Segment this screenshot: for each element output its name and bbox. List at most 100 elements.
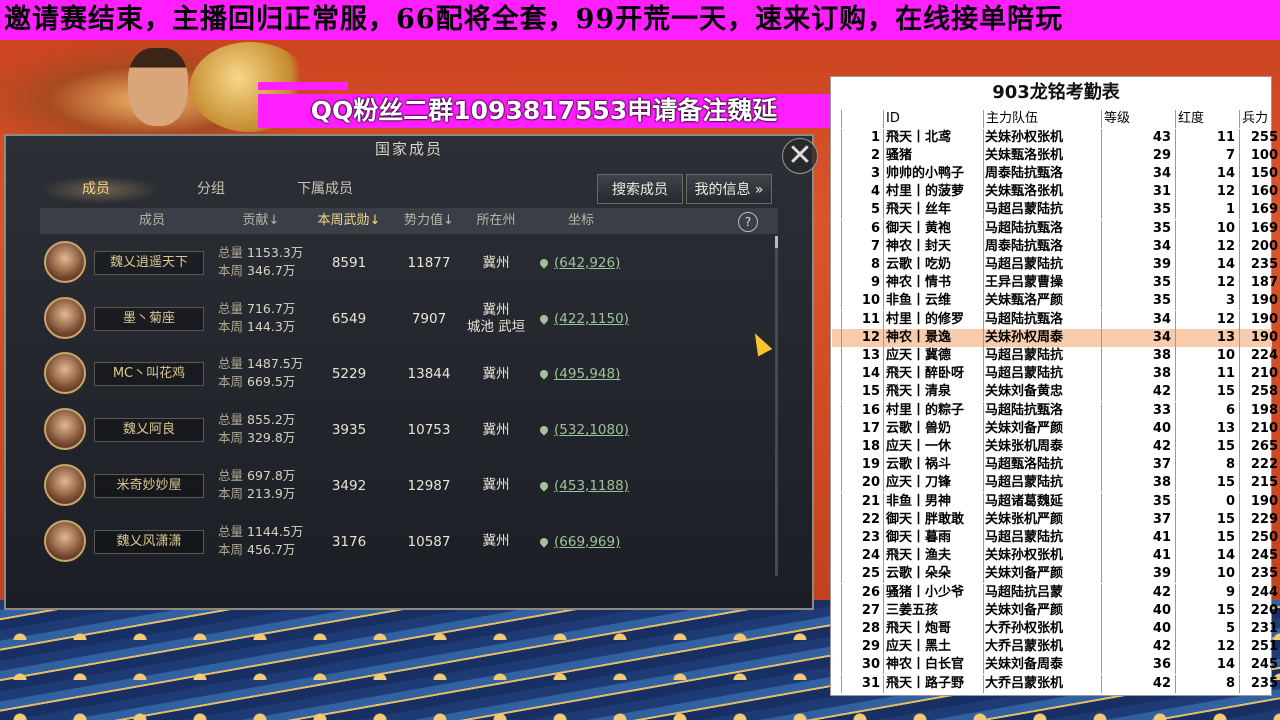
sheet-cell-id[interactable]: 飛天丨清泉 xyxy=(884,383,984,402)
search-members-button[interactable]: 搜索成员 xyxy=(597,174,683,204)
sheet-cell-troops[interactable]: 265 xyxy=(1240,438,1280,456)
sheet-cell-no[interactable]: 26 xyxy=(846,583,884,602)
sheet-cell-red[interactable]: 3 xyxy=(1176,292,1240,311)
sheet-cell-no[interactable]: 15 xyxy=(846,383,884,402)
sheet-cell-id[interactable]: 应天丨冀德 xyxy=(884,346,984,365)
sheet-cell-troops[interactable]: 224 xyxy=(1240,347,1280,365)
sheet-cell-level[interactable]: 43 xyxy=(1102,128,1176,147)
sheet-cell-team[interactable]: 王异吕蒙曹操 xyxy=(984,274,1102,293)
sheet-cell-team[interactable]: 关妹孙权张机 xyxy=(984,547,1102,566)
sheet-cell-level[interactable]: 39 xyxy=(1102,255,1176,274)
coordinate-link[interactable]: (495,948) xyxy=(538,347,620,401)
sheet-cell-level[interactable]: 34 xyxy=(1102,310,1176,329)
sheet-row[interactable]: 6 御天丨黄袍 马超陆抗甄洛 35 10 169 xyxy=(832,219,1278,238)
sheet-row[interactable]: 4 村里丨的菠萝 关妹甄洛张机 31 12 160 xyxy=(832,183,1278,202)
sheet-cell-level[interactable]: 41 xyxy=(1102,528,1176,547)
sheet-cell-id[interactable]: 村里丨的菠萝 xyxy=(884,183,984,202)
sheet-cell-no[interactable]: 5 xyxy=(846,201,884,220)
sheet-row[interactable]: 19 云歌丨祸斗 马超甄洛陆抗 37 8 222 xyxy=(832,456,1278,475)
sheet-cell-red[interactable]: 10 xyxy=(1176,219,1240,238)
tab-groups[interactable]: 分组 xyxy=(197,174,225,204)
sheet-row[interactable]: 13 应天丨冀德 马超吕蒙陆抗 38 10 224 xyxy=(832,346,1278,365)
member-name[interactable]: 魏乂风潇潇 xyxy=(94,529,204,554)
sheet-cell-no[interactable]: 30 xyxy=(846,656,884,675)
sheet-cell-red[interactable]: 12 xyxy=(1176,310,1240,329)
sheet-cell-red[interactable]: 0 xyxy=(1176,492,1240,511)
sheet-cell-red[interactable]: 12 xyxy=(1176,237,1240,256)
sheet-cell-team[interactable]: 马超陆抗甄洛 xyxy=(984,219,1102,238)
sheet-cell-no[interactable]: 24 xyxy=(846,547,884,566)
sheet-cell-troops[interactable]: 187 xyxy=(1240,274,1280,292)
scrollbar-thumb[interactable] xyxy=(775,236,778,248)
sheet-cell-id[interactable]: 帅帅的小鸭子 xyxy=(884,164,984,183)
coordinate-link[interactable]: (532,1080) xyxy=(538,403,629,457)
sheet-cell-no[interactable]: 16 xyxy=(846,401,884,420)
sheet-row[interactable]: 16 村里丨的粽子 马超陆抗甄洛 33 6 198 xyxy=(832,401,1278,420)
sheet-cell-no[interactable]: 12 xyxy=(846,328,884,347)
sheet-cell-id[interactable]: 御天丨黄袍 xyxy=(884,219,984,238)
sheet-cell-level[interactable]: 31 xyxy=(1102,183,1176,202)
sheet-cell-level[interactable]: 33 xyxy=(1102,401,1176,420)
sheet-cell-level[interactable]: 34 xyxy=(1102,164,1176,183)
sheet-cell-red[interactable]: 14 xyxy=(1176,547,1240,566)
sheet-row[interactable]: 29 应天丨黑土 大乔吕蒙张机 42 12 251 xyxy=(832,638,1278,657)
sheet-cell-level[interactable]: 29 xyxy=(1102,146,1176,165)
sheet-cell-id[interactable]: 飛天丨路子野 xyxy=(884,674,984,693)
sheet-cell-level[interactable]: 35 xyxy=(1102,492,1176,511)
sheet-cell-no[interactable]: 11 xyxy=(846,310,884,329)
sheet-cell-team[interactable]: 马超诸葛魏延 xyxy=(984,492,1102,511)
sheet-cell-id[interactable]: 神农丨封天 xyxy=(884,237,984,256)
sheet-cell-team[interactable]: 关妹甄洛张机 xyxy=(984,146,1102,165)
sheet-cell-team[interactable]: 马超吕蒙陆抗 xyxy=(984,365,1102,384)
sheet-cell-red[interactable]: 7 xyxy=(1176,146,1240,165)
avatar[interactable] xyxy=(44,296,86,339)
sheet-row[interactable]: 10 非鱼丨云维 关妹甄洛严颜 35 3 190 xyxy=(832,292,1278,311)
sheet-cell-id[interactable]: 神农丨白长官 xyxy=(884,656,984,675)
sheet-cell-team[interactable]: 关妹孙权周泰 xyxy=(984,328,1102,347)
sheet-cell-troops[interactable]: 229 xyxy=(1240,511,1280,529)
sheet-cell-red[interactable]: 12 xyxy=(1176,638,1240,657)
avatar[interactable] xyxy=(44,241,86,283)
sheet-cell-red[interactable]: 14 xyxy=(1176,164,1240,183)
sheet-cell-red[interactable]: 13 xyxy=(1176,328,1240,347)
member-name[interactable]: MC丶叫花鸡 xyxy=(94,362,204,387)
sheet-cell-no[interactable]: 22 xyxy=(846,510,884,529)
member-row[interactable]: 魏乂风潇潇 总量 1144.5万 本周 456.7万 3176 10587 冀州 (669,96… xyxy=(40,515,778,569)
sheet-cell-id[interactable]: 村里丨的修罗 xyxy=(884,310,984,329)
tab-members[interactable]: 成员 xyxy=(82,174,110,204)
sheet-cell-level[interactable]: 41 xyxy=(1102,547,1176,566)
sheet-cell-id[interactable]: 应天丨刀锋 xyxy=(884,474,984,493)
sheet-cell-id[interactable]: 云歌丨祸斗 xyxy=(884,456,984,475)
member-name[interactable]: 魏乂阿良 xyxy=(94,418,204,443)
sheet-row[interactable]: 14 飛天丨醉卧呀 马超吕蒙陆抗 38 11 210 xyxy=(832,365,1278,384)
sheet-cell-team[interactable]: 关妹刘备严颜 xyxy=(984,419,1102,438)
member-row[interactable]: 墨丶菊座 总量 716.7万 本周 144.3万 6549 7907 冀州 城池 武垣 (422,… xyxy=(40,292,778,346)
header-power[interactable]: 势力值↓ xyxy=(396,208,462,234)
member-row[interactable]: 魏乂逍遥天下 总量 1153.3万 本周 346.7万 8591 11877 冀州 (642,9… xyxy=(40,236,778,290)
sheet-cell-no[interactable]: 23 xyxy=(846,528,884,547)
sheet-row[interactable]: 18 应天丨一休 关妹张机周泰 42 15 265 xyxy=(832,437,1278,456)
sheet-cell-red[interactable]: 6 xyxy=(1176,401,1240,420)
sheet-cell-red[interactable]: 11 xyxy=(1176,128,1240,147)
sheet-cell-troops[interactable]: 215 xyxy=(1240,474,1280,492)
scrollbar-track[interactable] xyxy=(775,236,778,576)
sheet-cell-troops[interactable]: 235 xyxy=(1240,565,1280,583)
sheet-cell-troops[interactable]: 220 xyxy=(1240,602,1280,620)
sheet-cell-troops[interactable]: 190 xyxy=(1240,329,1280,347)
sheet-cell-red[interactable]: 8 xyxy=(1176,674,1240,693)
avatar[interactable] xyxy=(44,519,86,562)
avatar[interactable] xyxy=(44,463,86,506)
sheet-cell-level[interactable]: 35 xyxy=(1102,274,1176,293)
sheet-row[interactable]: 23 御天丨暮雨 马超吕蒙陆抗 41 15 250 xyxy=(832,528,1278,547)
sheet-cell-id[interactable]: 骚猪 xyxy=(884,146,984,165)
sheet-cell-troops[interactable]: 190 xyxy=(1240,493,1280,511)
member-name[interactable]: 魏乂逍遥天下 xyxy=(94,251,204,275)
sheet-cell-level[interactable]: 42 xyxy=(1102,638,1176,657)
coordinate-link[interactable]: (642,926) xyxy=(538,236,620,290)
sheet-cell-red[interactable]: 14 xyxy=(1176,255,1240,274)
sheet-cell-troops[interactable]: 250 xyxy=(1240,529,1280,547)
sheet-row[interactable]: 22 御天丨胖敢敢 关妹张机严颜 37 15 229 xyxy=(832,510,1278,529)
sheet-cell-level[interactable]: 37 xyxy=(1102,456,1176,475)
sheet-cell-no[interactable]: 20 xyxy=(846,474,884,493)
sheet-cell-red[interactable]: 5 xyxy=(1176,619,1240,638)
